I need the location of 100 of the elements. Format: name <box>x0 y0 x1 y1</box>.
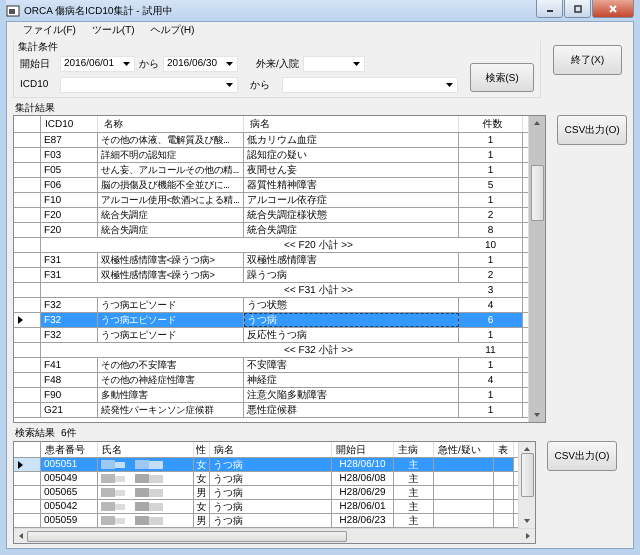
table-cell: 夜間せん妄 <box>244 163 459 177</box>
subtotal-cell-text: << F32 小計 >> <box>283 344 354 357</box>
section-title: 検索結果 <box>15 426 55 440</box>
column-header[interactable]: 患者番号 <box>41 442 98 457</box>
table-cell: アルコール使用<飲酒>による精... <box>98 193 244 207</box>
table-cell: うつ病 <box>210 472 332 485</box>
maximize-button[interactable] <box>564 0 591 18</box>
date-dropdown[interactable]: 2016/06/30 <box>163 56 238 72</box>
table-cell: 統合失調症 <box>98 223 244 237</box>
icd-dropdown[interactable] <box>282 76 458 92</box>
field-label: ICD10 <box>20 79 50 90</box>
table-cell: 005051 <box>41 458 98 471</box>
count-cell: 1 <box>459 193 523 207</box>
column-header[interactable]: 開始日 <box>332 442 394 457</box>
subtotal-cell-text: << F31 小計 >> <box>283 284 354 297</box>
scroll-thumb[interactable] <box>27 530 347 542</box>
count-cell: 3 <box>459 283 523 297</box>
column-header[interactable]: 件数 <box>459 116 523 132</box>
count-cell: 1 <box>459 388 523 402</box>
column-header[interactable]: 急性/疑い <box>434 442 494 457</box>
search-button[interactable]: 検索(S) <box>470 63 534 92</box>
menu-item[interactable]: ファイル(F) <box>15 23 84 37</box>
column-header[interactable]: 表 <box>494 442 514 457</box>
exit-button[interactable]: 終了(X) <box>553 45 622 75</box>
scroll-up-icon <box>534 121 540 125</box>
table-cell: F05 <box>41 163 98 177</box>
close-button[interactable] <box>592 0 634 18</box>
column-header[interactable]: 病名 <box>210 442 332 457</box>
table-cell: H28/06/23 <box>332 514 394 527</box>
table-cell: 主 <box>394 500 434 513</box>
table-cell: うつ病 <box>210 458 332 471</box>
column-header[interactable]: 名称 <box>98 116 244 132</box>
table-cell: 統合失調症 <box>244 223 459 237</box>
table-cell: うつ病 <box>210 514 332 527</box>
table-cell: 双極性感情障害 <box>244 253 459 267</box>
table-cell: 005042 <box>41 500 98 513</box>
table-cell: せん妄、アルコールその他の精... <box>98 163 244 177</box>
table-cell: F31 <box>41 268 98 282</box>
csv-export-button[interactable]: CSV出力(O) <box>547 441 617 471</box>
count-cell: 1 <box>459 253 523 267</box>
table-cell: 不安障害 <box>244 358 459 372</box>
table-cell: F20 <box>41 208 98 222</box>
horizontal-scrollbar[interactable] <box>14 528 535 543</box>
table-cell: うつ病 <box>244 313 459 327</box>
vertical-scrollbar[interactable] <box>518 442 535 528</box>
table-cell: E87 <box>41 133 98 147</box>
count-cell: 10 <box>459 238 523 252</box>
scroll-down-icon <box>534 413 540 417</box>
table-cell: 双極性感情障害<躁うつ病> <box>98 253 244 267</box>
table-cell: アルコール依存症 <box>244 193 459 207</box>
icd-dropdown[interactable] <box>60 76 238 92</box>
table-cell: うつ病エピソード <box>98 298 244 312</box>
table-cell: F10 <box>41 193 98 207</box>
column-header[interactable]: 主病 <box>394 442 434 457</box>
table-cell: うつ状態 <box>244 298 459 312</box>
table-cell: 主 <box>394 458 434 471</box>
table-cell: 005049 <box>41 472 98 485</box>
column-header[interactable]: ICD10 <box>41 116 98 132</box>
table-cell: 反応性うつ病 <box>244 328 459 342</box>
menu-item[interactable]: ツール(T) <box>84 23 143 37</box>
scroll-thumb[interactable] <box>530 165 544 221</box>
table-cell: H28/06/10 <box>332 458 394 471</box>
app-icon <box>6 4 20 18</box>
table-cell: F20 <box>41 223 98 237</box>
column-header[interactable]: 病名 <box>244 116 459 132</box>
scroll-thumb[interactable] <box>520 453 534 497</box>
current-row-icon <box>18 316 23 324</box>
table-cell: 男 <box>194 514 210 527</box>
count-cell: 4 <box>459 298 523 312</box>
table-cell: 統合失調症様状態 <box>244 208 459 222</box>
count-cell: 2 <box>459 268 523 282</box>
table-cell: うつ病 <box>210 486 332 499</box>
table-cell: 続発性パーキンソン症候群 <box>98 403 244 417</box>
vertical-scrollbar[interactable] <box>528 116 546 422</box>
table-cell: F48 <box>41 373 98 387</box>
table-cell: F03 <box>41 148 98 162</box>
table-cell: 女 <box>194 472 210 485</box>
table-cell: F06 <box>41 178 98 192</box>
type-dropdown[interactable] <box>302 56 365 72</box>
field-label: から <box>250 78 270 92</box>
section-title: 集計結果 <box>15 102 56 115</box>
table-cell: 005065 <box>41 486 98 499</box>
table-cell: 低カリウム血症 <box>244 133 459 147</box>
column-header[interactable]: 氏名 <box>98 442 194 457</box>
scroll-down-icon <box>524 519 530 523</box>
field-label: から <box>139 58 159 70</box>
count-cell: 1 <box>459 403 523 417</box>
table-cell: その他の体液、電解質及び酸... <box>98 133 244 147</box>
menu-item[interactable]: ヘルプ(H) <box>142 23 202 37</box>
table-cell: F31 <box>41 253 98 267</box>
scroll-right-icon <box>526 533 530 539</box>
date-dropdown[interactable]: 2016/06/01 <box>60 56 135 72</box>
count-cell: 1 <box>459 163 523 177</box>
dropdown-arrow-icon <box>123 62 130 66</box>
table-cell: H28/06/01 <box>332 500 394 513</box>
column-header[interactable]: 性 <box>194 442 210 457</box>
close-icon <box>608 4 618 12</box>
csv-export-button[interactable]: CSV出力(O) <box>557 115 627 145</box>
minimize-button[interactable] <box>536 0 563 18</box>
count-cell: 6 <box>459 313 523 327</box>
